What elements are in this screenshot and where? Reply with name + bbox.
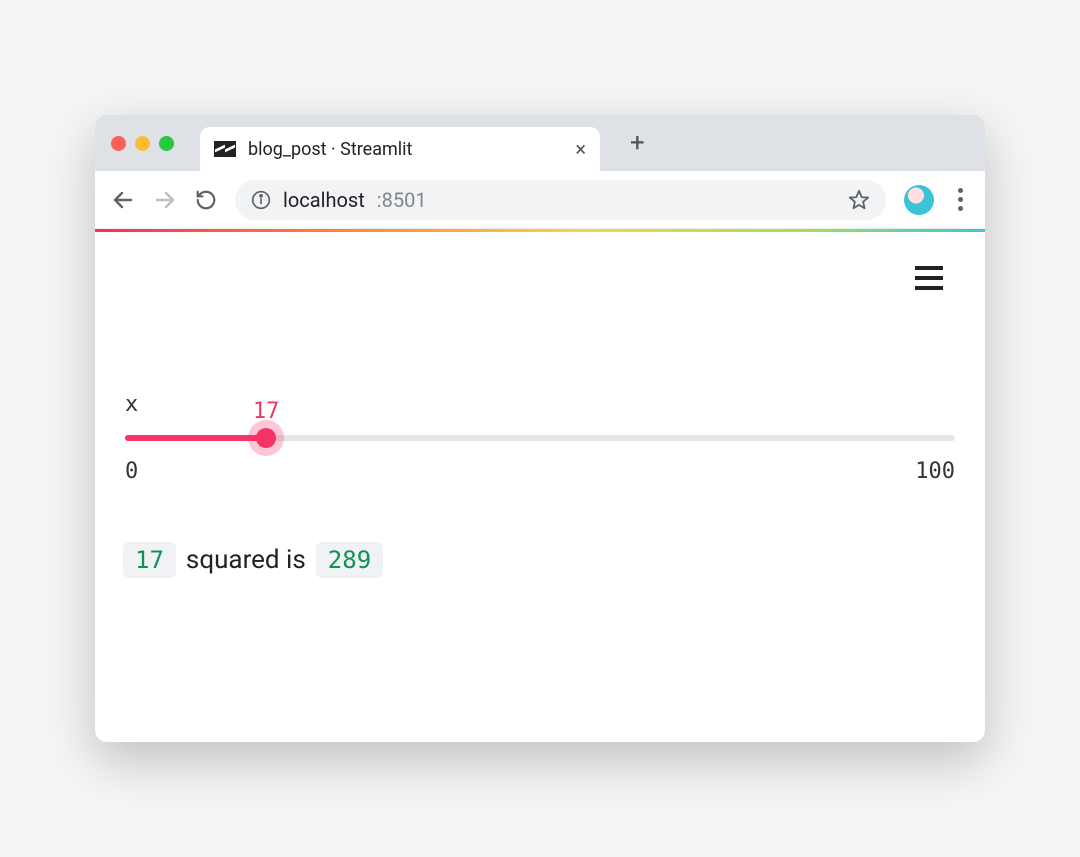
slider-thumb[interactable] xyxy=(256,428,276,448)
profile-avatar[interactable] xyxy=(904,185,934,215)
window-controls xyxy=(111,136,174,151)
result-text: 17 squared is 289 xyxy=(123,542,957,578)
slider-track-wrap[interactable]: 17 xyxy=(125,435,955,441)
slider-range-labels: 0 100 xyxy=(125,459,955,484)
forward-button[interactable] xyxy=(153,188,177,212)
app-menu-button[interactable] xyxy=(915,266,943,290)
bookmark-star-icon[interactable] xyxy=(848,189,870,211)
titlebar: blog_post · Streamlit × + xyxy=(95,115,985,171)
slider-label: x xyxy=(125,392,955,417)
close-tab-icon[interactable]: × xyxy=(575,137,586,161)
browser-toolbar: localhost :8501 xyxy=(95,171,985,229)
streamlit-favicon-icon xyxy=(214,141,236,157)
minimize-window-button[interactable] xyxy=(135,136,150,151)
back-button[interactable] xyxy=(111,188,135,212)
reload-button[interactable] xyxy=(195,189,217,211)
slider-track[interactable] xyxy=(125,435,955,441)
info-icon xyxy=(251,190,271,210)
slider-widget: x 17 0 100 xyxy=(123,392,957,484)
slider-current-value: 17 xyxy=(253,399,280,424)
browser-window: blog_post · Streamlit × + localhost :8501… xyxy=(95,115,985,742)
slider-fill xyxy=(125,435,266,441)
tab-title: blog_post · Streamlit xyxy=(248,139,563,160)
maximize-window-button[interactable] xyxy=(159,136,174,151)
slider-min-label: 0 xyxy=(125,459,138,484)
new-tab-button[interactable]: + xyxy=(630,128,645,158)
close-window-button[interactable] xyxy=(111,136,126,151)
slider-max-label: 100 xyxy=(915,459,955,484)
result-output-chip: 289 xyxy=(316,542,383,578)
address-bar[interactable]: localhost :8501 xyxy=(235,180,886,220)
url-port: :8501 xyxy=(377,188,427,212)
browser-tab[interactable]: blog_post · Streamlit × xyxy=(200,127,600,171)
streamlit-app-body: x 17 0 100 17 squared is 289 xyxy=(95,232,985,742)
result-input-chip: 17 xyxy=(123,542,176,578)
url-host: localhost xyxy=(283,188,365,212)
result-middle-text: squared is xyxy=(186,545,306,575)
browser-menu-button[interactable] xyxy=(952,182,969,217)
